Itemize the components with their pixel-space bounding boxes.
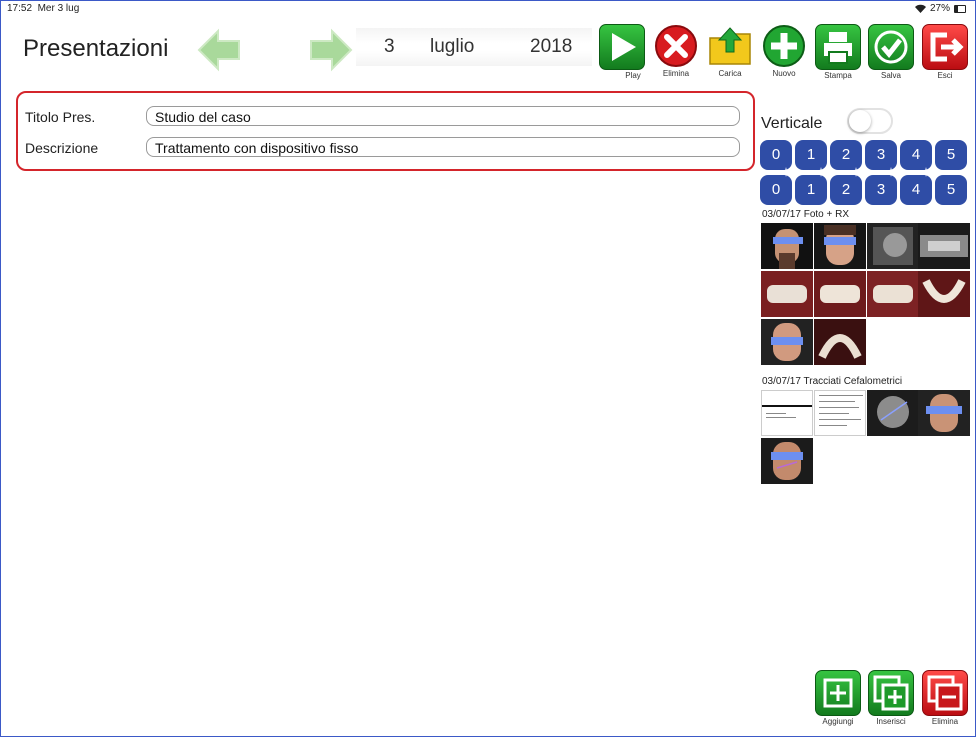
insert-slide-icon xyxy=(868,670,914,716)
play-button[interactable]: Play xyxy=(599,24,645,80)
rating-top-1[interactable]: 1 xyxy=(795,140,827,170)
battery-percent: 27% xyxy=(929,3,950,14)
new-label: Nuovo xyxy=(772,69,796,78)
date-month[interactable]: luglio xyxy=(430,36,474,58)
thumbnail[interactable] xyxy=(814,390,866,436)
delete-button[interactable]: Elimina xyxy=(653,24,699,78)
rating-bottom-5[interactable]: 5 xyxy=(935,175,967,205)
delete-label: Elimina xyxy=(662,69,690,78)
folder-upload-icon xyxy=(709,27,751,65)
description-label: Descrizione xyxy=(25,140,99,156)
rating-bottom-0[interactable]: 0 xyxy=(760,175,792,205)
group-label-photos: 03/07/17 Foto + RX xyxy=(762,209,850,220)
thumbnail[interactable] xyxy=(867,223,919,269)
rating-bottom-4[interactable]: 4 xyxy=(900,175,932,205)
group-label-tracings: 03/07/17 Tracciati Cefalometrici xyxy=(762,376,903,387)
description-field[interactable]: Trattamento con dispositivo fisso xyxy=(146,137,740,157)
add-slide-icon xyxy=(815,670,861,716)
status-bar: 17:52 Mer 3 lug 27% xyxy=(0,0,976,18)
thumbnail[interactable] xyxy=(761,223,813,269)
star-icon xyxy=(781,167,791,177)
date-year[interactable]: 2018 xyxy=(530,36,572,58)
thumbnail[interactable] xyxy=(814,271,866,317)
title-label: Titolo Pres. xyxy=(25,109,96,125)
battery-icon xyxy=(954,4,966,13)
insert-slide-label: Inserisci xyxy=(876,717,906,726)
print-button[interactable]: Stampa xyxy=(815,24,861,80)
play-label: Play xyxy=(625,71,641,80)
thumbnail[interactable] xyxy=(761,319,813,365)
exit-icon xyxy=(922,24,968,70)
load-label: Carica xyxy=(718,69,742,78)
rating-bottom-2[interactable]: 2 xyxy=(830,175,862,205)
insert-slide-button[interactable]: Inserisci xyxy=(868,670,914,726)
play-icon xyxy=(599,24,645,70)
checkmark-icon xyxy=(868,24,914,70)
printer-icon xyxy=(815,24,861,70)
thumbnail[interactable] xyxy=(918,271,970,317)
star-icon xyxy=(921,167,931,177)
toggle-knob xyxy=(849,110,871,132)
rating-top-4[interactable]: 4 xyxy=(900,140,932,170)
rating-top-0[interactable]: 0 xyxy=(760,140,792,170)
presentation-form xyxy=(16,91,755,171)
thumbnail[interactable] xyxy=(918,390,970,436)
add-slide-label: Aggiungi xyxy=(822,717,854,726)
thumbnail[interactable] xyxy=(761,438,813,484)
save-button[interactable]: Salva xyxy=(868,24,914,80)
exit-button[interactable]: Esci xyxy=(922,24,968,80)
rating-top-2[interactable]: 2 xyxy=(830,140,862,170)
page-title: Presentazioni xyxy=(23,35,169,62)
star-icon xyxy=(886,167,896,177)
print-label: Stampa xyxy=(824,71,852,80)
delete-icon xyxy=(655,25,697,67)
exit-label: Esci xyxy=(937,71,953,80)
star-icon xyxy=(851,167,861,177)
rating-selector: 0 1 2 3 4 5 0 1 2 3 4 5 xyxy=(760,140,970,205)
new-button[interactable]: Nuovo xyxy=(761,24,807,78)
star-icon xyxy=(816,167,826,177)
add-slide-button[interactable]: Aggiungi xyxy=(815,670,861,726)
vertical-toggle[interactable] xyxy=(847,108,893,134)
thumbnail[interactable] xyxy=(867,390,919,436)
title-field[interactable]: Studio del caso xyxy=(146,106,740,126)
save-label: Salva xyxy=(880,71,901,80)
date-day[interactable]: 3 xyxy=(384,36,395,58)
thumbnail[interactable] xyxy=(761,271,813,317)
thumbnail[interactable] xyxy=(814,223,866,269)
vertical-label: Verticale xyxy=(761,115,823,132)
rating-top-5[interactable]: 5 xyxy=(935,140,967,170)
next-arrow-icon[interactable] xyxy=(309,28,353,72)
delete-slide-label: Elimina xyxy=(931,717,959,726)
delete-slide-button[interactable]: Elimina xyxy=(922,670,968,726)
add-circle-icon xyxy=(763,25,805,67)
status-time: 17:52 xyxy=(7,3,33,14)
thumbnail[interactable] xyxy=(761,390,813,436)
thumbnail[interactable] xyxy=(814,319,866,365)
status-date: Mer 3 lug xyxy=(37,3,80,14)
wifi-icon xyxy=(914,4,926,13)
load-button[interactable]: Carica xyxy=(707,24,753,78)
thumbnail[interactable] xyxy=(867,271,919,317)
delete-slide-icon xyxy=(922,670,968,716)
rating-bottom-1[interactable]: 1 xyxy=(795,175,827,205)
previous-arrow-icon[interactable] xyxy=(197,28,241,72)
rating-top-3[interactable]: 3 xyxy=(865,140,897,170)
thumbnail[interactable] xyxy=(918,223,970,269)
rating-bottom-3[interactable]: 3 xyxy=(865,175,897,205)
